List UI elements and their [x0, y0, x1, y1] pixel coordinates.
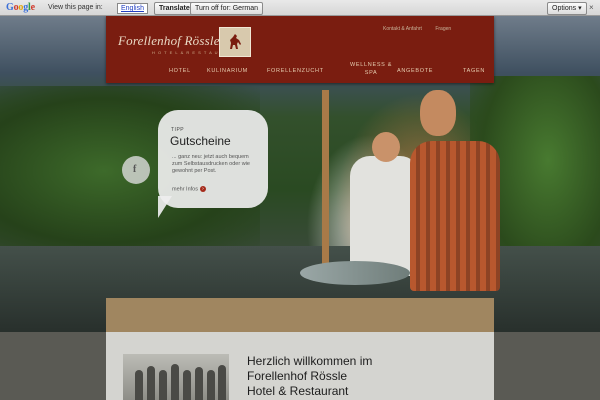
nav-wellness-line1: WELLNESS & — [350, 62, 393, 68]
bubble-title: Gutscheine — [170, 134, 231, 148]
welcome-heading: Herzlich willkommen im Forellenhof Rössl… — [247, 354, 487, 399]
nav-wellness[interactable]: WELLNESS & SPA — [350, 61, 392, 77]
google-logo: Google — [6, 2, 35, 13]
translate-button[interactable]: Translate — [154, 2, 195, 15]
welcome-line-1: Herzlich willkommen im — [247, 354, 373, 368]
welcome-section: Herzlich willkommen im Forellenhof Rössl… — [106, 332, 494, 400]
translate-message: View this page in: — [48, 4, 103, 11]
tan-banner-strip — [106, 298, 494, 332]
site-header: Forellenhof Rössle H O T E L & R E S T A… — [106, 16, 494, 83]
horse-logo[interactable] — [219, 27, 251, 57]
nav-angebote[interactable]: ANGEBOTE — [397, 68, 433, 74]
contact-link[interactable]: Kontakt & Anfahrt — [383, 26, 422, 32]
nav-hotel[interactable]: HOTEL — [169, 68, 191, 74]
welcome-line-3: Hotel & Restaurant — [247, 384, 349, 398]
bubble-tag: TIPP — [171, 127, 185, 133]
more-info-label: mehr Infos — [172, 186, 198, 193]
main-nav: HOTEL KULINARIUM FORELLENZUCHT WELLNESS … — [106, 62, 494, 79]
turn-off-button[interactable]: Turn off for: German — [190, 2, 264, 15]
horse-icon — [230, 34, 241, 49]
bubble-text: ... ganz neu: jetzt auch bequem zum Selb… — [172, 154, 250, 174]
facebook-icon: f — [133, 164, 137, 175]
options-button[interactable]: Options ▾ — [547, 2, 587, 15]
top-links: Kontakt & Anfahrt Fragen — [383, 26, 463, 32]
voucher-bubble[interactable]: TIPP Gutscheine ... ganz neu: jetzt auch… — [158, 110, 268, 208]
arrow-right-icon: › — [199, 186, 206, 192]
brand-logo-text[interactable]: Forellenhof Rössle — [118, 33, 220, 49]
google-translate-bar: Google View this page in: English Transl… — [0, 0, 600, 16]
close-icon[interactable]: × — [589, 3, 594, 12]
nav-wellness-line2: SPA — [364, 70, 378, 76]
faq-link[interactable]: Fragen — [435, 26, 451, 32]
nav-forellenzucht[interactable]: FORELLENZUCHT — [267, 68, 324, 74]
nav-kulinarium[interactable]: KULINARIUM — [207, 68, 248, 74]
welcome-line-2: Forellenhof Rössle — [247, 369, 348, 383]
language-select[interactable]: English — [117, 3, 148, 14]
more-info-link[interactable]: mehr Infos › — [172, 186, 206, 192]
team-photo — [123, 354, 229, 400]
nav-tagen[interactable]: TAGEN — [463, 68, 485, 74]
facebook-button[interactable]: f — [122, 156, 150, 184]
